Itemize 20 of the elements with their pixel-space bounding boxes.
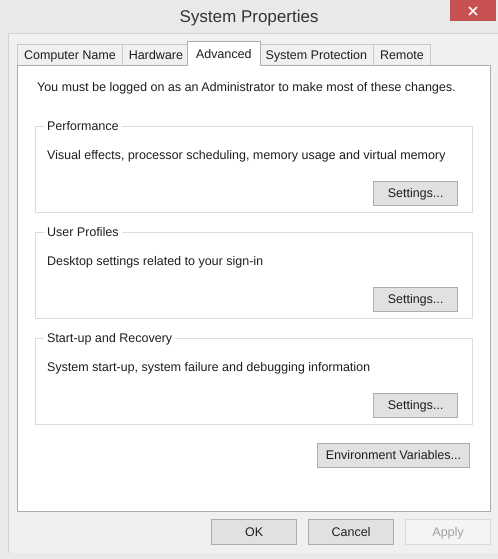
group-description: Desktop settings related to your sign-in xyxy=(47,252,264,270)
group-description: System start-up, system failure and debugging information xyxy=(47,358,372,376)
close-button[interactable] xyxy=(450,0,496,21)
dialog-button[interactable]: OK xyxy=(211,519,297,545)
settings-button[interactable]: Settings... xyxy=(373,287,458,312)
environment-variables-button[interactable]: Environment Variables... xyxy=(316,442,470,468)
dialog-button[interactable]: Cancel xyxy=(308,519,394,545)
tab[interactable]: System Protection xyxy=(258,44,374,65)
group-title: Start-up and Recovery xyxy=(46,330,174,347)
tab[interactable]: Remote xyxy=(372,44,431,65)
tab[interactable]: Advanced xyxy=(186,41,260,66)
close-icon xyxy=(468,6,478,16)
settings-button[interactable]: Settings... xyxy=(373,393,458,418)
window-title: System Properties xyxy=(180,6,318,28)
tab[interactable]: Computer Name xyxy=(17,44,123,65)
settings-button[interactable]: Settings... xyxy=(373,181,458,206)
group-title: User Profiles xyxy=(46,224,120,241)
notice-text: You must be logged on as an Administrator to make most of these changes. xyxy=(36,79,457,96)
group-title: Performance xyxy=(46,118,120,135)
group-description: Visual effects, processor scheduling, memory usage and virtual memory xyxy=(47,146,446,164)
